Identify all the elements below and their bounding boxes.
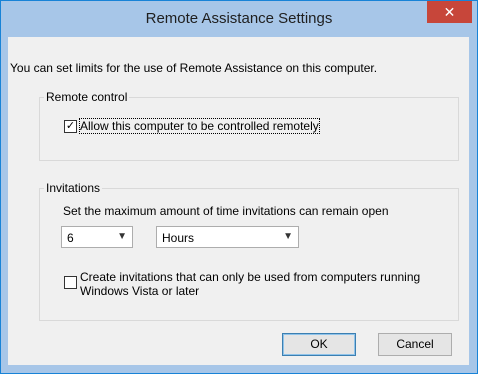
close-icon: ✕ <box>443 4 456 20</box>
dialog-title: Remote Assistance Settings <box>145 10 333 27</box>
allow-remote-control-label[interactable]: Allow this computer to be controlled rem… <box>79 118 320 134</box>
invitations-group: Invitations <box>39 181 459 321</box>
chevron-down-icon: ▼ <box>283 231 293 242</box>
cancel-button[interactable]: Cancel <box>378 333 452 356</box>
chevron-down-icon: ▼ <box>117 231 127 242</box>
invitation-unit-value: Hours <box>162 231 195 245</box>
title-bar[interactable]: Remote Assistance Settings ✕ <box>1 1 477 37</box>
vista-only-checkbox[interactable] <box>64 276 77 289</box>
invitations-legend: Invitations <box>46 181 101 195</box>
invitation-amount-select[interactable]: 6 ▼ <box>61 226 133 248</box>
checkmark-icon: ✓ <box>65 120 76 132</box>
vista-only-label-line1[interactable]: Create invitations that can only be used… <box>80 270 420 284</box>
remote-control-legend: Remote control <box>46 90 128 104</box>
invitation-amount-value: 6 <box>67 231 74 245</box>
vista-only-label-line2[interactable]: Windows Vista or later <box>80 284 199 298</box>
invitation-unit-select[interactable]: Hours ▼ <box>156 226 299 248</box>
intro-text: You can set limits for the use of Remote… <box>10 61 378 75</box>
max-time-label: Set the maximum amount of time invitatio… <box>63 204 389 218</box>
dialog-body: You can set limits for the use of Remote… <box>8 37 469 365</box>
allow-remote-control-checkbox[interactable]: ✓ <box>64 120 77 133</box>
dialog-window: Remote Assistance Settings ✕ You can set… <box>0 0 478 374</box>
close-button[interactable]: ✕ <box>427 1 472 23</box>
ok-button[interactable]: OK <box>282 333 356 356</box>
